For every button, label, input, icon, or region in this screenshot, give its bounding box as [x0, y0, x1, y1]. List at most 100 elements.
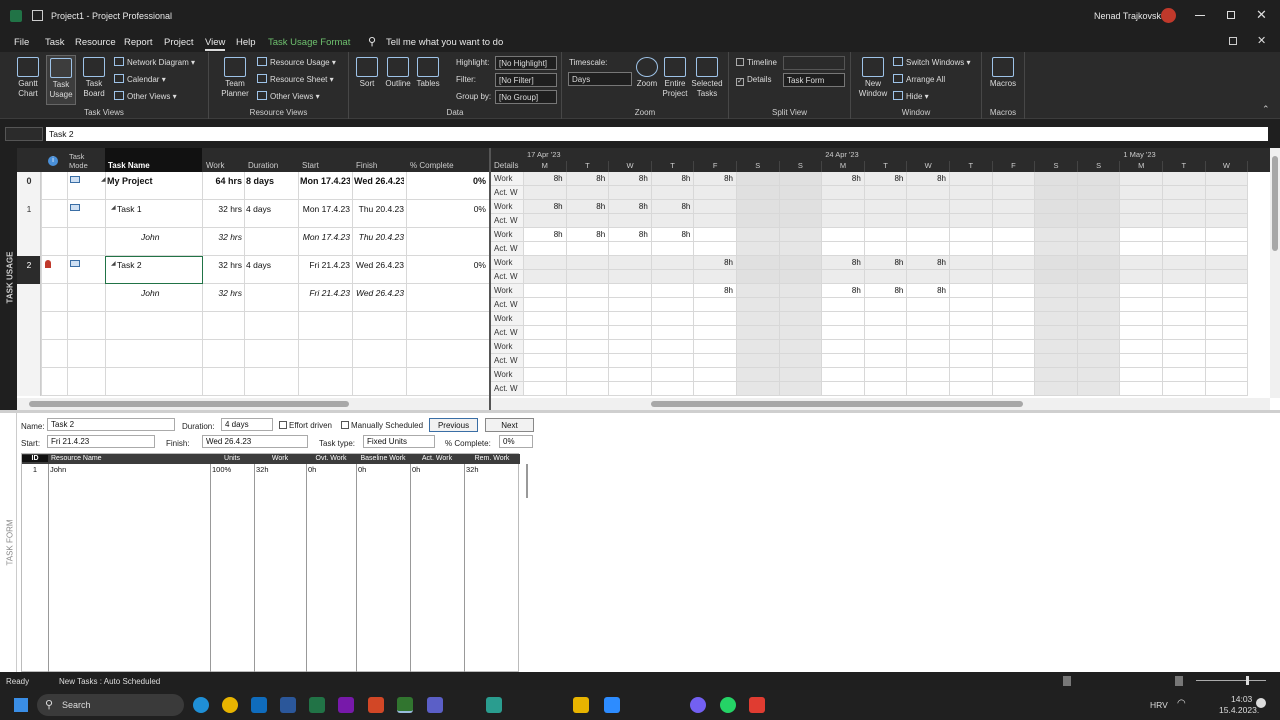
timephased-cell[interactable]: [609, 368, 652, 382]
timephased-cell[interactable]: [1163, 242, 1206, 256]
timephased-cell[interactable]: [651, 354, 695, 368]
timephased-cell[interactable]: [779, 382, 823, 396]
timephased-cell[interactable]: [907, 340, 950, 354]
timephased-cell[interactable]: [992, 284, 1036, 298]
timephased-cell[interactable]: [1035, 270, 1078, 284]
timephased-cell[interactable]: 8h: [864, 256, 908, 270]
cell-start[interactable]: Mon 17.4.23: [300, 232, 350, 242]
timephased-cell[interactable]: [779, 256, 823, 270]
timephased-cell[interactable]: [864, 270, 908, 284]
timephased-cell[interactable]: [992, 214, 1036, 228]
timephased-cell[interactable]: [950, 354, 993, 368]
timephased-cell[interactable]: [737, 340, 780, 354]
vscrollbar[interactable]: [1270, 148, 1280, 398]
previous-button[interactable]: Previous: [429, 418, 478, 432]
timephased-cell[interactable]: [1163, 326, 1206, 340]
timephased-cell[interactable]: [1163, 200, 1206, 214]
timephased-cell[interactable]: [1035, 340, 1078, 354]
table-row[interactable]: 1 Task 1 32 hrs 4 days Mon 17.4.23 Thu 20.4.2…: [17, 200, 489, 228]
timephased-cell[interactable]: [566, 214, 610, 228]
finish-field[interactable]: Wed 26.4.23: [202, 435, 308, 448]
timephased-cell[interactable]: [779, 368, 823, 382]
timeline-checkbox[interactable]: Timeline: [736, 58, 777, 73]
zoom-slider[interactable]: [1196, 680, 1266, 681]
resource-cell[interactable]: 0h: [308, 465, 354, 474]
hide-button[interactable]: Hide ▾: [893, 91, 929, 106]
switch-windows-button[interactable]: Switch Windows ▾: [893, 57, 971, 72]
timephased-cell[interactable]: [1035, 382, 1078, 396]
clock-date[interactable]: 15.4.2023.: [1219, 705, 1259, 715]
onenote-icon[interactable]: [338, 697, 354, 713]
group-by-dropdown[interactable]: [No Group]: [495, 90, 557, 104]
timephased-cell[interactable]: 8h: [651, 172, 695, 186]
timephased-cell[interactable]: [907, 382, 950, 396]
resource-cell[interactable]: 32h: [466, 465, 518, 474]
timephased-cell[interactable]: [524, 326, 567, 340]
sort-button[interactable]: Sort: [353, 55, 381, 105]
cell-work[interactable]: 32 hrs: [206, 288, 242, 298]
timephased-cell[interactable]: [779, 340, 823, 354]
other-views-button[interactable]: Other Views ▾: [114, 91, 177, 106]
resource-cell[interactable]: 32h: [256, 465, 304, 474]
timephased-cell[interactable]: [1205, 172, 1249, 186]
timephased-cell[interactable]: [694, 186, 737, 200]
timephased-cell[interactable]: [907, 312, 950, 326]
timephased-cell[interactable]: 8h: [907, 284, 950, 298]
col-start[interactable]: Start: [302, 161, 319, 170]
new-window-button[interactable]: New Window: [855, 55, 891, 105]
timephased-cell[interactable]: [694, 200, 737, 214]
next-button[interactable]: Next: [485, 418, 534, 432]
cell-name[interactable]: My Project: [107, 176, 199, 186]
zoom-button[interactable]: Zoom: [634, 55, 660, 105]
zoom-app-icon[interactable]: [604, 697, 620, 713]
timephased-cell[interactable]: [1077, 382, 1121, 396]
timephased-cell[interactable]: [524, 368, 567, 382]
table-row[interactable]: John 32 hrs Mon 17.4.23 Thu 20.4.23: [17, 228, 489, 256]
timephased-cell[interactable]: [822, 186, 865, 200]
timephased-cell[interactable]: [1120, 284, 1163, 298]
cell-finish[interactable]: Thu 20.4.23: [354, 232, 404, 242]
timephased-cell[interactable]: [524, 242, 567, 256]
timephased-cell[interactable]: [651, 340, 695, 354]
resource-cell[interactable]: 0h: [358, 465, 408, 474]
timephased-cell[interactable]: [1120, 270, 1163, 284]
timephased-cell[interactable]: 8h: [609, 200, 652, 214]
timephased-cell[interactable]: [779, 326, 823, 340]
details-dropdown[interactable]: Task Form: [783, 73, 845, 87]
timephased-cell[interactable]: [1163, 382, 1206, 396]
timephased-cell[interactable]: [864, 312, 908, 326]
tab-resource[interactable]: Resource: [75, 37, 116, 48]
zoom-slider-thumb[interactable]: [1246, 676, 1249, 685]
cell-finish[interactable]: Thu 20.4.23: [354, 204, 404, 214]
timephased-cell[interactable]: [609, 270, 652, 284]
timephased-cell[interactable]: [1035, 284, 1078, 298]
timephased-cell[interactable]: [864, 354, 908, 368]
timephased-cell[interactable]: [779, 312, 823, 326]
timephased-cell[interactable]: [950, 214, 993, 228]
collapse-arrow-icon[interactable]: ◢: [111, 204, 116, 211]
timephased-cell[interactable]: [609, 354, 652, 368]
timephased-cell[interactable]: [1120, 368, 1163, 382]
timephased-cell[interactable]: [1120, 298, 1163, 312]
vscroll-thumb[interactable]: [1272, 156, 1278, 251]
user-name[interactable]: Nenad Trajkovski: [1094, 11, 1163, 21]
timephased-cell[interactable]: [694, 228, 737, 242]
row-header[interactable]: [17, 312, 41, 340]
timephased-cell[interactable]: [1120, 340, 1163, 354]
timephased-cell[interactable]: [524, 340, 567, 354]
timephased-cell[interactable]: [694, 340, 737, 354]
timephased-cell[interactable]: [651, 242, 695, 256]
windows-start-icon[interactable]: [14, 698, 28, 712]
tell-me-box[interactable]: Tell me what you want to do: [386, 37, 503, 48]
timephased-cell[interactable]: [651, 284, 695, 298]
resource-col-header[interactable]: Rem. Work: [464, 455, 520, 462]
resource-col-header[interactable]: Ovt. Work: [306, 455, 356, 462]
highlight-dropdown[interactable]: [No Highlight]: [495, 56, 557, 70]
select-all-cell[interactable]: [17, 148, 41, 172]
timephased-cell[interactable]: [1205, 228, 1249, 242]
close-icon[interactable]: ✕: [1256, 7, 1267, 23]
cell-work[interactable]: 32 hrs: [206, 204, 242, 214]
restore-icon[interactable]: [1227, 11, 1235, 19]
cell-duration[interactable]: 4 days: [246, 260, 296, 270]
timephased-cell[interactable]: [950, 382, 993, 396]
